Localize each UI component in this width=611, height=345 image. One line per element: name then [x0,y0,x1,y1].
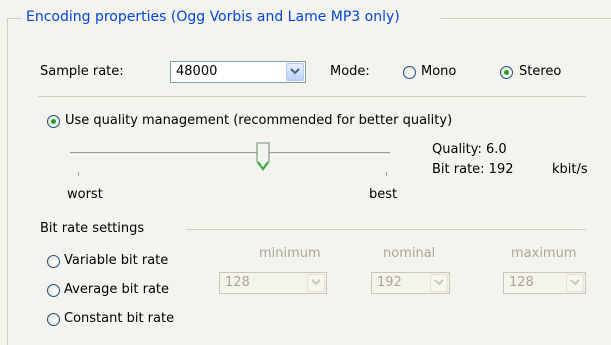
average-bit-rate-radio[interactable] [47,284,60,297]
slider-max-tick [386,172,387,176]
variable-bit-rate-radio[interactable] [47,255,60,268]
mode-mono-label[interactable]: Mono [421,64,456,79]
quality-management-label[interactable]: Use quality management (recommended for … [65,113,452,128]
bitrate-unit-text: kbit/s [552,162,588,177]
group-title: Encoding properties (Ogg Vorbis and Lame… [22,9,404,25]
radio-selected-dot [504,70,509,75]
quality-management-radio[interactable] [47,115,60,128]
nominal-label: nominal [383,246,436,261]
mode-stereo-label[interactable]: Stereo [519,64,561,79]
minimum-value: 128 [225,275,250,290]
group-border-top-left [7,18,23,19]
quality-value-text: Quality: 6.0 [432,142,507,157]
nominal-dropdown[interactable]: 192 [371,272,450,294]
mode-stereo-radio[interactable] [500,66,513,79]
mode-mono-radio[interactable] [403,66,416,79]
average-bit-rate-label[interactable]: Average bit rate [64,282,169,297]
slider-min-tick [78,172,79,176]
maximum-dropdown[interactable]: 128 [503,272,586,294]
group-border-left [7,18,8,345]
slider-min-label: worst [67,187,103,202]
variable-bit-rate-label[interactable]: Variable bit rate [64,253,168,268]
radio-selected-dot [51,119,56,124]
group-border-top-right [440,18,611,19]
slider-thumb-icon[interactable] [256,142,270,176]
bit-rate-settings-title: Bit rate settings [40,221,145,236]
bit-rate-settings-separator [186,229,586,230]
maximum-value: 128 [509,275,534,290]
chevron-down-icon[interactable] [430,274,448,292]
mode-label: Mode: [330,64,370,79]
separator [38,96,586,97]
constant-bit-rate-label[interactable]: Constant bit rate [64,311,174,326]
constant-bit-rate-radio[interactable] [47,313,60,326]
quality-slider-track[interactable] [70,152,390,155]
chevron-down-icon[interactable] [307,274,325,292]
sample-rate-label: Sample rate: [40,64,124,79]
nominal-value: 192 [377,275,402,290]
chevron-down-icon[interactable] [566,274,584,292]
sample-rate-value: 48000 [176,64,218,79]
encoding-properties-panel: Encoding properties (Ogg Vorbis and Lame… [0,0,611,345]
bitrate-value-text: Bit rate: 192 [432,162,514,177]
minimum-label: minimum [259,246,321,261]
chevron-down-icon[interactable] [286,63,304,81]
maximum-label: maximum [511,246,577,261]
sample-rate-dropdown[interactable]: 48000 [170,61,306,83]
minimum-dropdown[interactable]: 128 [219,272,327,294]
slider-max-label: best [369,187,398,202]
